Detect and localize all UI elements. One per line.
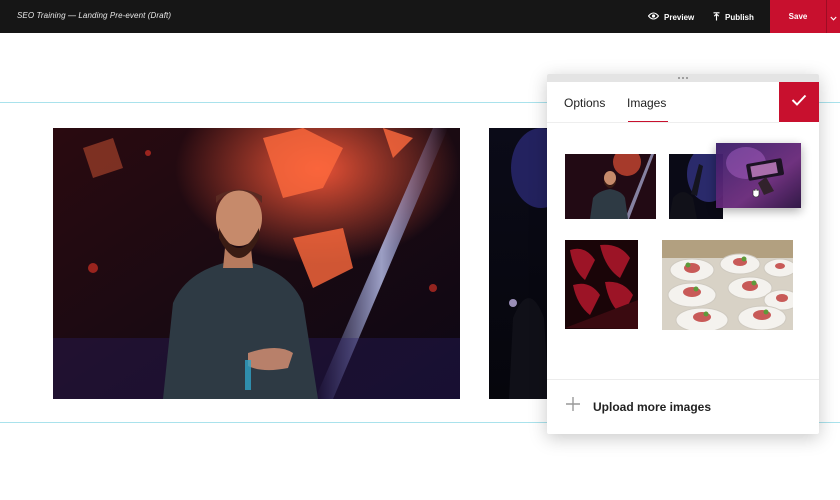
top-bar: SEO Training — Landing Pre-event (Draft)…: [0, 0, 840, 33]
upload-label: Upload more images: [593, 399, 712, 414]
gallery-image-speaker[interactable]: [53, 128, 460, 399]
chevron-down-icon: [830, 8, 837, 26]
tab-divider: [547, 122, 779, 123]
thumbnail-speaker[interactable]: [565, 154, 656, 219]
confirm-button[interactable]: [779, 82, 819, 122]
checkmark-icon: [791, 93, 807, 111]
image-picker-panel: Options Images Upload more images: [547, 74, 819, 434]
tab-images[interactable]: Images: [627, 96, 666, 110]
thumbnail-catering[interactable]: [662, 240, 793, 330]
thumbnail-crowd[interactable]: [669, 154, 723, 219]
dragged-thumbnail-phone[interactable]: [716, 143, 801, 208]
document-title: SEO Training — Landing Pre-event (Draft): [17, 11, 172, 20]
grab-hand-icon: [751, 185, 761, 203]
save-button[interactable]: Save: [770, 0, 826, 33]
upload-more-images-button[interactable]: Upload more images: [565, 396, 711, 417]
preview-label: Preview: [664, 12, 695, 22]
publish-button[interactable]: Publish: [713, 10, 754, 24]
plus-icon: [565, 396, 581, 417]
thumbnail-theatre-seats[interactable]: [565, 240, 638, 329]
save-label: Save: [788, 12, 808, 21]
upload-divider: [547, 379, 819, 380]
publish-label: Publish: [725, 12, 754, 22]
upload-arrow-icon: [713, 11, 720, 23]
tab-options[interactable]: Options: [564, 96, 605, 110]
eye-icon: [647, 12, 660, 22]
save-options-button[interactable]: [826, 0, 840, 33]
preview-button[interactable]: Preview: [647, 10, 695, 24]
drag-handle-icon[interactable]: [547, 74, 819, 82]
